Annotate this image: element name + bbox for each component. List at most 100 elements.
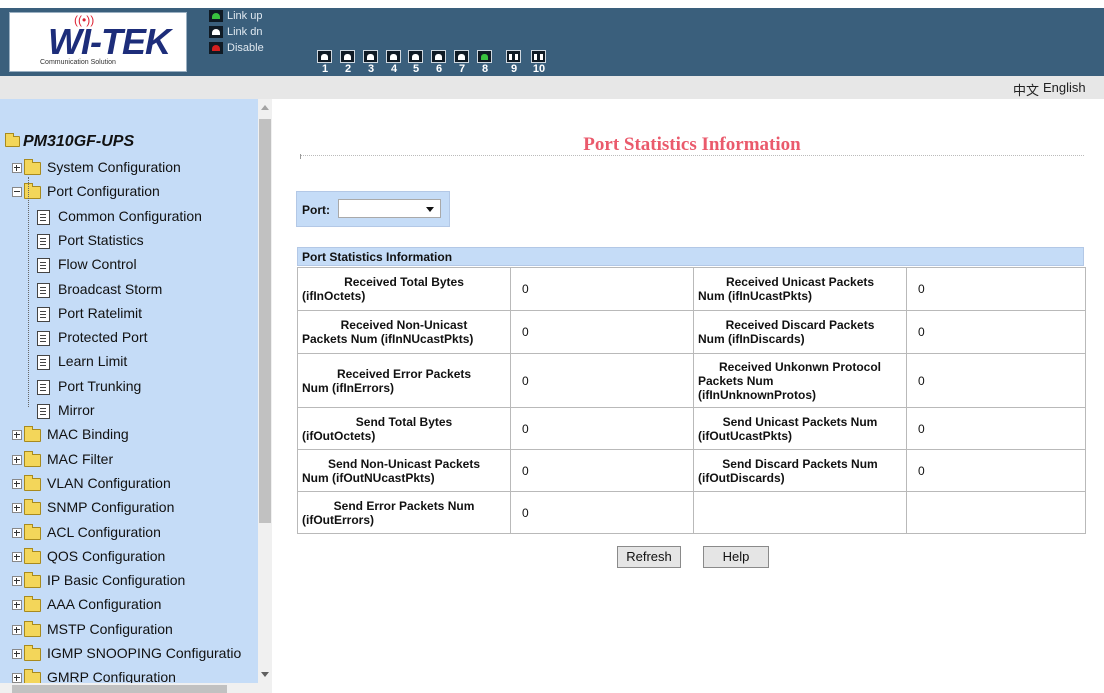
page-icon — [37, 354, 50, 370]
expand-icon[interactable] — [12, 649, 22, 660]
stat-label-right: Received Unicast Packets Num (ifInUcastPk… — [693, 267, 907, 311]
stat-label-line: Received Total Bytes — [344, 275, 464, 289]
port-3-indicator[interactable]: 3 — [363, 50, 379, 75]
stat-label-right — [693, 491, 907, 534]
expand-icon[interactable] — [12, 479, 22, 490]
lang-english-link[interactable]: English — [1043, 80, 1086, 95]
lang-chinese-link[interactable]: 中文 — [1013, 80, 1039, 99]
table-row: Send Total Bytes (ifOutOctets) 0 Send Unica… — [297, 407, 1086, 450]
table-row: Received Total Bytes (ifInOctets) 0 Receive… — [297, 267, 1086, 311]
port-number: 1 — [321, 63, 329, 75]
sidebar-item-port-configuration[interactable]: Port Configuration — [12, 181, 160, 201]
port-status-icon — [408, 50, 423, 63]
port-status-icon — [477, 50, 492, 63]
sidebar-vertical-scrollbar[interactable] — [258, 99, 272, 683]
stat-label-line: Send Unicast Packets Num — [722, 414, 878, 429]
folder-icon — [24, 644, 41, 661]
expand-icon[interactable] — [12, 576, 22, 587]
port-status-icon — [531, 50, 546, 63]
language-bar: 中文 English — [0, 76, 1104, 99]
sidebar-item-label: Broadcast Storm — [58, 281, 163, 297]
sidebar-item-label: Learn Limit — [58, 353, 128, 369]
folder-icon — [24, 523, 41, 540]
folder-icon — [24, 571, 41, 588]
port-status-icon — [431, 50, 446, 63]
expand-icon[interactable] — [12, 455, 22, 466]
port-8-indicator[interactable]: 8 — [477, 50, 493, 75]
folder-icon — [24, 668, 41, 683]
port-7-indicator[interactable]: 7 — [454, 50, 470, 75]
scroll-up-arrow-icon[interactable] — [261, 105, 269, 110]
scroll-thumb[interactable] — [259, 119, 271, 523]
tree-connector-line — [28, 177, 29, 407]
sidebar-item-mac-binding[interactable]: MAC Binding — [12, 424, 129, 444]
sidebar-item-port-ratelimit[interactable]: Port Ratelimit — [37, 303, 142, 323]
sidebar-item-broadcast-storm[interactable]: Broadcast Storm — [37, 279, 162, 299]
stat-value-right: 0 — [906, 310, 1086, 354]
expand-icon[interactable] — [12, 503, 22, 514]
sidebar-item-system-configuration[interactable]: System Configuration — [12, 157, 181, 177]
stat-label-line: (ifOutUcastPkts) — [698, 428, 793, 443]
sidebar-item-qos-configuration[interactable]: QOS Configuration — [12, 546, 165, 566]
port-5-indicator[interactable]: 5 — [408, 50, 424, 75]
hscroll-thumb[interactable] — [12, 685, 227, 693]
sidebar-item-ip-basic-configuration[interactable]: IP Basic Configuration — [12, 570, 185, 590]
sidebar-item-label: Flow Control — [58, 256, 137, 272]
expand-icon[interactable] — [12, 673, 22, 683]
port-number: 7 — [458, 63, 466, 75]
expand-icon[interactable] — [12, 625, 22, 636]
sidebar-item-label: MSTP Configuration — [47, 621, 173, 637]
sidebar-item-mac-filter[interactable]: MAC Filter — [12, 449, 113, 469]
sidebar-item-label: MAC Binding — [47, 426, 129, 442]
page-icon — [37, 282, 50, 298]
stat-label-line: Send Discard Packets Num — [722, 456, 878, 471]
refresh-button[interactable]: Refresh — [617, 546, 681, 568]
folder-icon — [24, 498, 41, 515]
sidebar-item-flow-control[interactable]: Flow Control — [37, 254, 137, 274]
page-icon — [37, 209, 50, 225]
port-4-indicator[interactable]: 4 — [386, 50, 402, 75]
sidebar-item-vlan-configuration[interactable]: VLAN Configuration — [12, 473, 171, 493]
port-1-indicator[interactable]: 1 — [317, 50, 333, 75]
expand-icon[interactable] — [12, 163, 22, 174]
expand-icon[interactable] — [12, 600, 22, 611]
stat-label-right: Received Discard Packets Num (ifInDiscard… — [693, 310, 907, 354]
stat-label-line: (ifOutOctets) — [302, 428, 376, 443]
sidebar-item-mirror[interactable]: Mirror — [37, 400, 95, 420]
sidebar-item-acl-configuration[interactable]: ACL Configuration — [12, 522, 161, 542]
port-6-indicator[interactable]: 6 — [431, 50, 447, 75]
sidebar-item-port-statistics[interactable]: Port Statistics — [37, 230, 144, 250]
legend-disable: Disable — [209, 41, 264, 55]
port-status-icon — [340, 50, 355, 63]
expand-icon[interactable] — [12, 430, 22, 441]
tree-root[interactable]: PM310GF-UPS — [5, 133, 134, 151]
collapse-icon[interactable] — [12, 187, 22, 198]
folder-open-icon — [24, 182, 41, 199]
port-select[interactable] — [338, 199, 441, 218]
port-10-indicator[interactable]: 10 — [531, 50, 547, 75]
sidebar-item-port-trunking[interactable]: Port Trunking — [37, 376, 141, 396]
sidebar-item-aaa-configuration[interactable]: AAA Configuration — [12, 594, 161, 614]
scroll-down-arrow-icon[interactable] — [261, 672, 269, 677]
expand-icon[interactable] — [12, 552, 22, 563]
expand-icon[interactable] — [12, 528, 22, 539]
stat-label-line: Num (ifInDiscards) — [698, 332, 805, 346]
sidebar-item-gmrp-configuration[interactable]: GMRP Configuration — [12, 667, 176, 683]
sidebar-item-snmp-configuration[interactable]: SNMP Configuration — [12, 497, 174, 517]
stat-label-left: Send Error Packets Num (ifOutErrors) — [297, 491, 511, 534]
page-icon — [37, 403, 50, 419]
sidebar-item-common-configuration[interactable]: Common Configuration — [37, 206, 202, 226]
page-icon — [37, 379, 50, 395]
port-status-icon — [386, 50, 401, 63]
sidebar-horizontal-scrollbar[interactable] — [0, 683, 272, 693]
port-status-icon — [454, 50, 469, 63]
port-2-indicator[interactable]: 2 — [340, 50, 356, 75]
sidebar-item-learn-limit[interactable]: Learn Limit — [37, 351, 127, 371]
sidebar-item-igmp-snooping-configuratio[interactable]: IGMP SNOOPING Configuratio — [12, 643, 241, 663]
sidebar-item-protected-port[interactable]: Protected Port — [37, 327, 148, 347]
sidebar-item-mstp-configuration[interactable]: MSTP Configuration — [12, 619, 173, 639]
port-9-indicator[interactable]: 9 — [506, 50, 522, 75]
legend-link-dn: Link dn — [209, 25, 262, 39]
help-button[interactable]: Help — [703, 546, 769, 568]
stat-label-line: (ifOutErrors) — [302, 512, 374, 527]
